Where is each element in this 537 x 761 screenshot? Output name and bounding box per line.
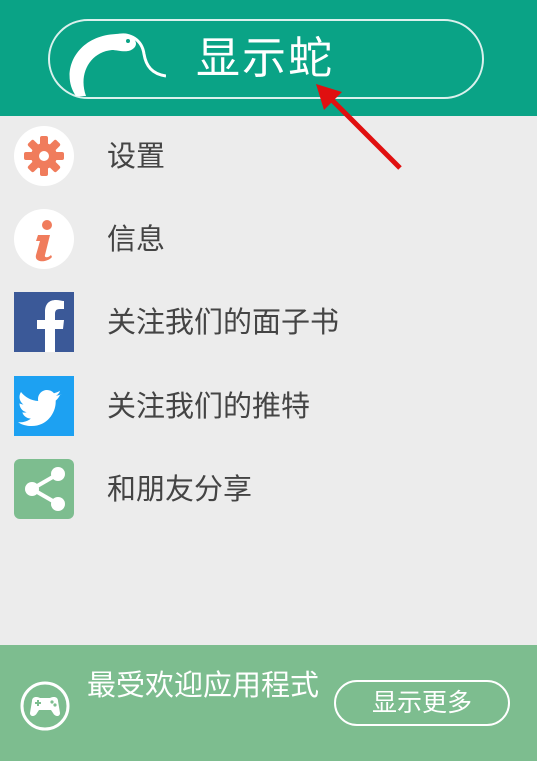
- page-title: 显示蛇: [196, 33, 334, 84]
- menu-item-label: 关注我们的面子书: [107, 305, 340, 339]
- show-more-button[interactable]: 显示更多: [334, 680, 510, 726]
- facebook-icon: [14, 292, 74, 352]
- gamepad-icon: [20, 681, 70, 731]
- gear-icon: [14, 126, 74, 186]
- menu-item-label: 关注我们的推特: [107, 389, 311, 423]
- footer-bar: 最受欢迎应用程式 显示更多: [0, 645, 537, 761]
- header-bar: 显示蛇: [0, 0, 537, 170]
- popular-apps-label: 最受欢迎应用程式: [87, 668, 320, 702]
- menu-item-label: 设置: [107, 139, 166, 173]
- menu-item-facebook[interactable]: 关注我们的面子书: [0, 282, 537, 360]
- share-icon: [14, 459, 74, 519]
- menu-item-label: 和朋友分享: [107, 472, 253, 506]
- menu-item-twitter[interactable]: 关注我们的推特: [0, 366, 537, 444]
- twitter-icon: [14, 376, 74, 436]
- show-snake-button[interactable]: 显示蛇: [48, 19, 484, 99]
- menu-item-settings[interactable]: 设置: [0, 116, 537, 194]
- menu-item-info[interactable]: 信息: [0, 199, 537, 277]
- menu-item-label: 信息: [107, 222, 166, 256]
- menu-item-share[interactable]: 和朋友分享: [0, 449, 537, 527]
- info-icon: [14, 209, 74, 269]
- snake-logo-icon: [69, 33, 166, 96]
